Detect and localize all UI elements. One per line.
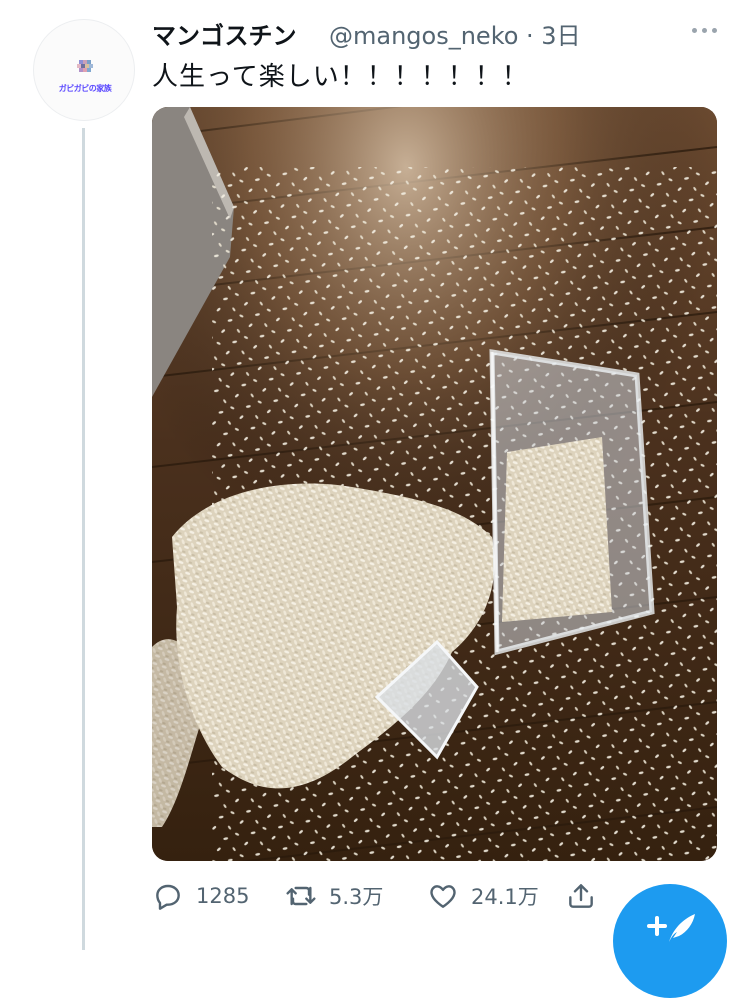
- display-name[interactable]: マンゴスチン: [152, 16, 296, 51]
- photo-rice-spill: [152, 107, 717, 861]
- like-count: 24.1万: [471, 885, 539, 909]
- reply-count: 1285: [196, 884, 250, 908]
- compose-tweet-icon: [647, 914, 695, 942]
- avatar[interactable]: ガビガビの家族: [33, 19, 135, 121]
- tweet-photo[interactable]: [152, 107, 717, 861]
- compose-tweet-button[interactable]: [613, 884, 727, 998]
- handle-and-time[interactable]: @mangos_neko · 3日: [329, 16, 581, 51]
- reply-button[interactable]: 1285: [152, 876, 249, 916]
- share-icon: [569, 884, 593, 908]
- retweet-icon: [286, 886, 316, 906]
- share-button[interactable]: [565, 876, 597, 916]
- more-horizontal-icon[interactable]: [688, 15, 722, 45]
- reply-icon: [156, 884, 180, 910]
- avatar-pixel-art: [77, 60, 93, 74]
- tweet-text: 人生って楽しい！！！！！！！: [152, 62, 529, 92]
- retweet-button[interactable]: 5.3万: [285, 876, 383, 916]
- avatar-banner-text: ガビガビの家族: [58, 84, 112, 93]
- tweet-actions: 1285 5.3万 24.1万: [152, 876, 612, 916]
- like-button[interactable]: 24.1万: [427, 876, 539, 916]
- retweet-count: 5.3万: [329, 885, 384, 909]
- thread-line: [82, 128, 85, 950]
- heart-icon: [430, 885, 456, 908]
